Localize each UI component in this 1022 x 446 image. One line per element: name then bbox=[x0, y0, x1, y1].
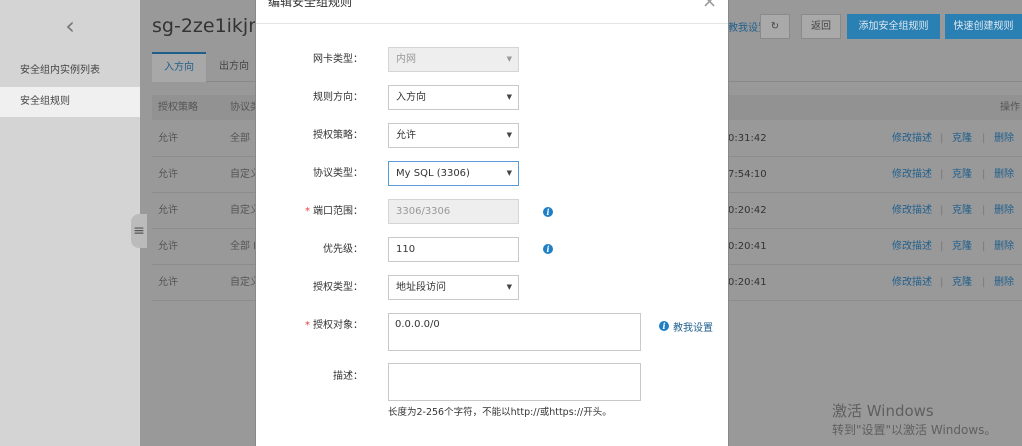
auth-object-textarea[interactable]: 0.0.0.0/0 bbox=[388, 313, 641, 351]
protocol-value: My SQL (3306) bbox=[396, 168, 470, 179]
policy-label: 授权策略： bbox=[313, 130, 363, 141]
help-link[interactable]: 教我设置 bbox=[673, 319, 713, 334]
column-header-actions: 操作 bbox=[1000, 102, 1020, 113]
cell-time: 0:20:42 bbox=[728, 205, 767, 216]
divider: | bbox=[940, 205, 944, 216]
nic-type-value: 内网 bbox=[396, 54, 416, 65]
description-textarea[interactable] bbox=[388, 363, 641, 401]
cell-time: 0:20:41 bbox=[728, 241, 767, 252]
cell-protocol: 全部 bbox=[230, 133, 250, 144]
chevron-down-icon: ▼ bbox=[506, 93, 512, 101]
cell-policy: 允许 bbox=[158, 169, 178, 180]
divider: | bbox=[982, 277, 986, 288]
divider: | bbox=[982, 133, 986, 144]
delete-link[interactable]: 删除 bbox=[994, 265, 1014, 301]
cell-time: 0:31:42 bbox=[728, 133, 767, 144]
info-icon[interactable]: i bbox=[543, 207, 553, 217]
auth-type-value: 地址段访问 bbox=[396, 282, 446, 293]
watermark-subtitle: 转到"设置"以激活 Windows。 bbox=[832, 423, 997, 437]
edit-desc-link[interactable]: 修改描述 bbox=[892, 121, 932, 157]
cell-policy: 允许 bbox=[158, 241, 178, 252]
dialog-title: 编辑安全组规则 bbox=[268, 0, 353, 9]
divider: | bbox=[940, 277, 944, 288]
info-icon: i bbox=[659, 321, 669, 331]
edit-desc-link[interactable]: 修改描述 bbox=[892, 229, 932, 265]
divider: | bbox=[982, 241, 986, 252]
delete-link[interactable]: 删除 bbox=[994, 157, 1014, 193]
cell-time: 7:54:10 bbox=[728, 169, 767, 180]
divider: | bbox=[982, 169, 986, 180]
delete-link[interactable]: 删除 bbox=[994, 121, 1014, 157]
policy-select[interactable]: 允许 ▼ bbox=[388, 123, 519, 148]
direction-select[interactable]: 入方向 ▼ bbox=[388, 85, 519, 110]
policy-value: 允许 bbox=[396, 130, 416, 141]
nic-type-select: 内网 ▼ bbox=[388, 47, 519, 72]
auth-type-label: 授权类型： bbox=[313, 282, 363, 293]
quick-create-button[interactable]: 快速创建规则 bbox=[945, 14, 1022, 39]
divider: | bbox=[982, 205, 986, 216]
cell-time: 0:20:41 bbox=[728, 277, 767, 288]
port-range-label-text: 端口范围： bbox=[313, 206, 363, 217]
column-header-policy: 授权策略 bbox=[158, 102, 198, 113]
chevron-down-icon: ▼ bbox=[506, 131, 512, 139]
priority-input[interactable]: 110 bbox=[388, 237, 519, 262]
chevron-down-icon: ▼ bbox=[506, 55, 512, 63]
delete-link[interactable]: 删除 bbox=[994, 193, 1014, 229]
edit-rule-dialog: 编辑安全组规则 × 网卡类型： 内网 ▼ 规则方向： 入方向 ▼ 授权策略： 允… bbox=[255, 0, 729, 446]
chevron-down-icon: ▼ bbox=[506, 169, 512, 177]
protocol-label: 协议类型： bbox=[313, 168, 363, 179]
edit-desc-link[interactable]: 修改描述 bbox=[892, 193, 932, 229]
clone-link[interactable]: 克隆 bbox=[952, 265, 972, 301]
priority-label: 优先级： bbox=[323, 244, 363, 255]
refresh-icon: ↻ bbox=[770, 21, 780, 32]
refresh-button[interactable]: ↻ bbox=[760, 14, 790, 39]
cell-protocol: 全部 I bbox=[230, 241, 257, 252]
cell-policy: 允许 bbox=[158, 205, 178, 216]
add-rule-button[interactable]: 添加安全组规则 bbox=[847, 14, 940, 39]
auth-object-label-text: 授权对象： bbox=[313, 320, 363, 331]
port-range-input: 3306/3306 bbox=[388, 199, 519, 224]
cell-policy: 允许 bbox=[158, 277, 178, 288]
sidebar: ‹ 安全组内实例列表 安全组规则 bbox=[0, 0, 140, 446]
required-mark: * bbox=[305, 320, 310, 331]
description-label: 描述： bbox=[333, 371, 363, 382]
chevron-left-icon[interactable]: ‹ bbox=[0, 0, 140, 52]
direction-label: 规则方向： bbox=[313, 92, 363, 103]
clone-link[interactable]: 克隆 bbox=[952, 157, 972, 193]
divider: | bbox=[940, 169, 944, 180]
divider: | bbox=[940, 133, 944, 144]
page-title: sg-2ze1ikjm bbox=[152, 15, 267, 37]
sidebar-item-instances[interactable]: 安全组内实例列表 bbox=[0, 56, 140, 86]
clone-link[interactable]: 克隆 bbox=[952, 121, 972, 157]
direction-value: 入方向 bbox=[396, 92, 426, 103]
clone-link[interactable]: 克隆 bbox=[952, 229, 972, 265]
auth-object-label: * 授权对象： bbox=[256, 319, 363, 333]
watermark-title: 激活 Windows bbox=[832, 402, 934, 420]
port-range-label: * 端口范围： bbox=[256, 205, 363, 219]
menu-collapse-icon[interactable]: ≡ bbox=[131, 214, 147, 248]
edit-desc-link[interactable]: 修改描述 bbox=[892, 157, 932, 193]
clone-link[interactable]: 克隆 bbox=[952, 193, 972, 229]
cell-policy: 允许 bbox=[158, 133, 178, 144]
back-button[interactable]: 返回 bbox=[801, 14, 841, 39]
close-icon[interactable]: × bbox=[702, 0, 717, 12]
dialog-divider bbox=[256, 23, 728, 24]
auth-type-select[interactable]: 地址段访问 ▼ bbox=[388, 275, 519, 300]
chevron-down-icon: ▼ bbox=[506, 283, 512, 291]
sidebar-item-rules[interactable]: 安全组规则 bbox=[0, 87, 140, 117]
tab-inbound[interactable]: 入方向 bbox=[152, 52, 206, 82]
delete-link[interactable]: 删除 bbox=[994, 229, 1014, 265]
divider: | bbox=[940, 241, 944, 252]
nic-type-label: 网卡类型： bbox=[313, 54, 363, 65]
protocol-select[interactable]: My SQL (3306) ▼ bbox=[388, 161, 519, 186]
edit-desc-link[interactable]: 修改描述 bbox=[892, 265, 932, 301]
required-mark: * bbox=[305, 206, 310, 217]
info-icon[interactable]: i bbox=[543, 244, 553, 254]
description-hint: 长度为2-256个字符，不能以http://或https://开头。 bbox=[388, 407, 612, 418]
tab-outbound[interactable]: 出方向 bbox=[207, 52, 261, 82]
